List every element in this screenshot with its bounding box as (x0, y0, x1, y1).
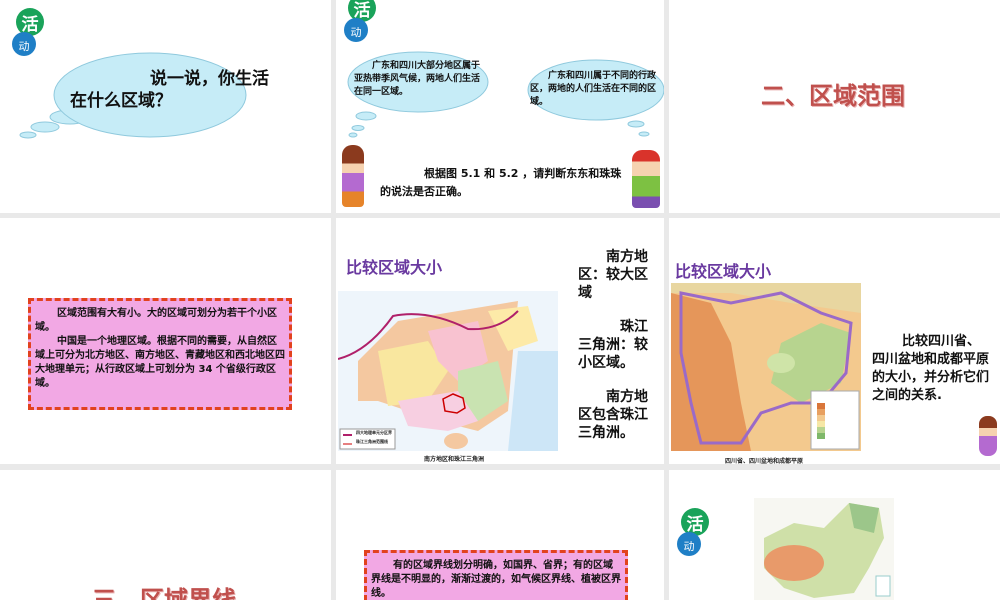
note-2: 珠江三角洲：较小区域。 (578, 319, 648, 371)
slide-thumbnail-8[interactable]: 有的区域界线划分明确，如国界、省界；有的区域界线是不明显的，渐渐过渡的，如气候区… (336, 470, 664, 600)
china-topographic-map (754, 498, 894, 600)
info-box: 有的区域界线划分明确，如国界、省界；有的区域界线是不明显的，渐渐过渡的，如气候区… (364, 550, 628, 600)
question-text: 比较四川省、四川盆地和成都平原的大小，并分析它们之间的关系. (872, 334, 990, 403)
info-box: 区域范围有大有小。大的区域可划分为若干个小区域。 中国是一个地理区域。根据不同的… (28, 298, 292, 410)
slide-thumbnail-1[interactable]: 活 动 说一说，你生活在什么区域？ (0, 0, 331, 213)
girl-cartoon (979, 416, 997, 456)
section-title: 三、区域界线 (92, 586, 236, 600)
slide-thumbnail-9[interactable]: 活 动 (669, 470, 1000, 600)
slide-title: 比较区域大小 (346, 258, 443, 277)
slide-thumbnail-5[interactable]: 比较区域大小 四大地理单元分区界 珠江三角洲范围线 南方地区和珠江三角洲 南方地… (336, 218, 664, 464)
badge-bottom: 动 (344, 18, 368, 42)
map-caption: 南方地区和珠江三角洲 (424, 456, 485, 463)
slide-thumbnail-2[interactable]: 活 动 广东和四川大部分地区属于亚热带季风气候，两地人们生活在同一区域。 广东和… (336, 0, 664, 213)
note-3: 南方地区包含珠江三角洲。 (578, 389, 648, 441)
info-paragraph: 有的区域界线划分明确，如国界、省界；有的区域界线是不明显的，渐渐过渡的，如气候区… (371, 560, 621, 599)
slide-thumbnail-6[interactable]: 比较区域大小 四川省、四川盆地和成都平原 比较四川省、四川盆地和成都平原的大小，… (669, 218, 1000, 464)
map-caption: 四川省、四川盆地和成都平原 (725, 458, 804, 464)
slide-thumbnail-3[interactable]: 二、区域范围 (669, 0, 1000, 213)
slide-thumbnail-4[interactable]: 区域范围有大有小。大的区域可划分为若干个小区域。 中国是一个地理区域。根据不同的… (0, 218, 331, 464)
cloud-left-text: 广东和四川大部分地区属于亚热带季风气候，两地人们生活在同一区域。 (354, 61, 481, 97)
sichuan-map (671, 283, 861, 451)
cloud-right-text: 广东和四川属于不同的行政区，两地的人们生活在不同的区域。 (530, 71, 657, 107)
legend-item-1: 四大地理单元分区界 (356, 430, 392, 435)
cloud-text: 说一说，你生活在什么区域？ (70, 69, 269, 111)
note-1: 南方地区：较大区域 (578, 249, 648, 301)
slide-thumbnail-7[interactable]: 三、区域界线 (0, 470, 331, 600)
badge-bottom: 动 (677, 532, 701, 556)
south-china-map (338, 291, 558, 451)
info-paragraph-2: 中国是一个地理区域。根据不同的需要，从自然区域上可分为北方地区、南方地区、青藏地… (35, 336, 285, 389)
legend-item-2: 珠江三角洲范围线 (356, 439, 388, 444)
activity-badge: 活 动 (677, 508, 711, 564)
section-title: 二、区域范围 (761, 82, 905, 110)
info-paragraph-1: 区域范围有大有小。大的区域可划分为若干个小区域。 (35, 308, 277, 333)
boy-cartoon (632, 150, 660, 208)
girl-cartoon (342, 145, 364, 207)
prompt-text: 根据图 5.1 和 5.2 ，请判断东东和珠珠的说法是否正确。 (380, 167, 622, 198)
slide-title: 比较区域大小 (675, 262, 772, 281)
activity-badge: 活 动 (344, 0, 378, 50)
